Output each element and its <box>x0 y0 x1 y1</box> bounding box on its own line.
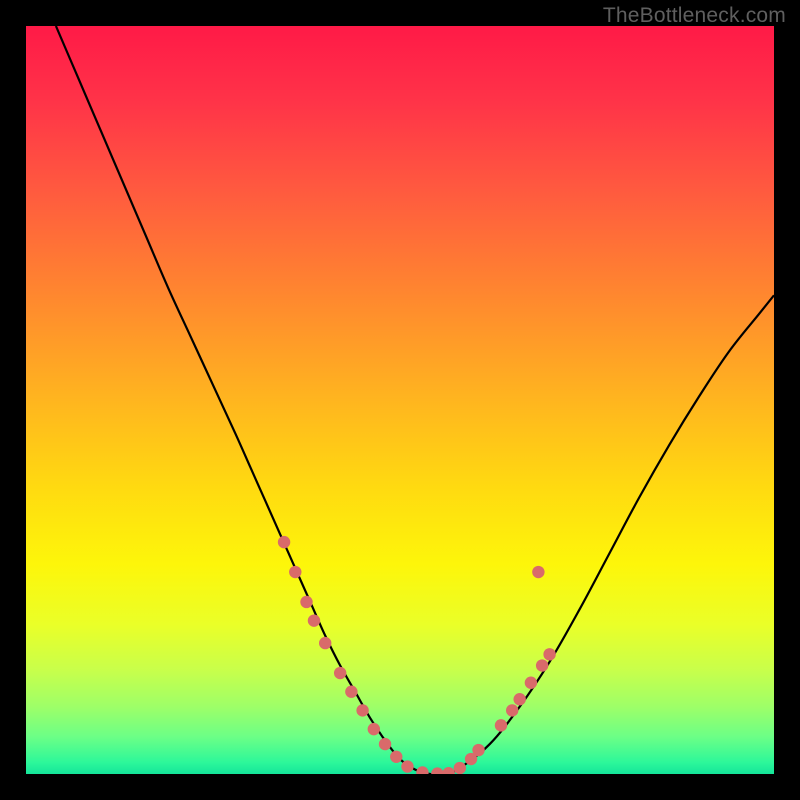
data-marker <box>334 667 346 679</box>
data-marker <box>543 648 555 660</box>
data-marker <box>300 596 312 608</box>
data-marker <box>345 686 357 698</box>
data-marker <box>513 693 525 705</box>
data-marker <box>289 566 301 578</box>
data-marker <box>278 536 290 548</box>
data-marker <box>319 637 331 649</box>
data-marker <box>431 767 443 774</box>
data-marker <box>525 677 537 689</box>
data-marker <box>536 659 548 671</box>
chart-frame: TheBottleneck.com <box>0 0 800 800</box>
plot-area <box>26 26 774 774</box>
data-marker <box>356 704 368 716</box>
data-marker <box>495 719 507 731</box>
attribution-label: TheBottleneck.com <box>603 4 786 28</box>
data-marker <box>506 704 518 716</box>
data-marker <box>532 566 544 578</box>
chart-overlay <box>26 26 774 774</box>
marker-group <box>278 536 556 774</box>
data-marker <box>472 744 484 756</box>
data-marker <box>454 762 466 774</box>
data-marker <box>401 760 413 772</box>
data-marker <box>308 614 320 626</box>
data-marker <box>442 767 454 774</box>
data-marker <box>390 751 402 763</box>
bottleneck-curve <box>56 26 774 774</box>
data-marker <box>379 738 391 750</box>
data-marker <box>368 723 380 735</box>
data-marker <box>416 766 428 774</box>
